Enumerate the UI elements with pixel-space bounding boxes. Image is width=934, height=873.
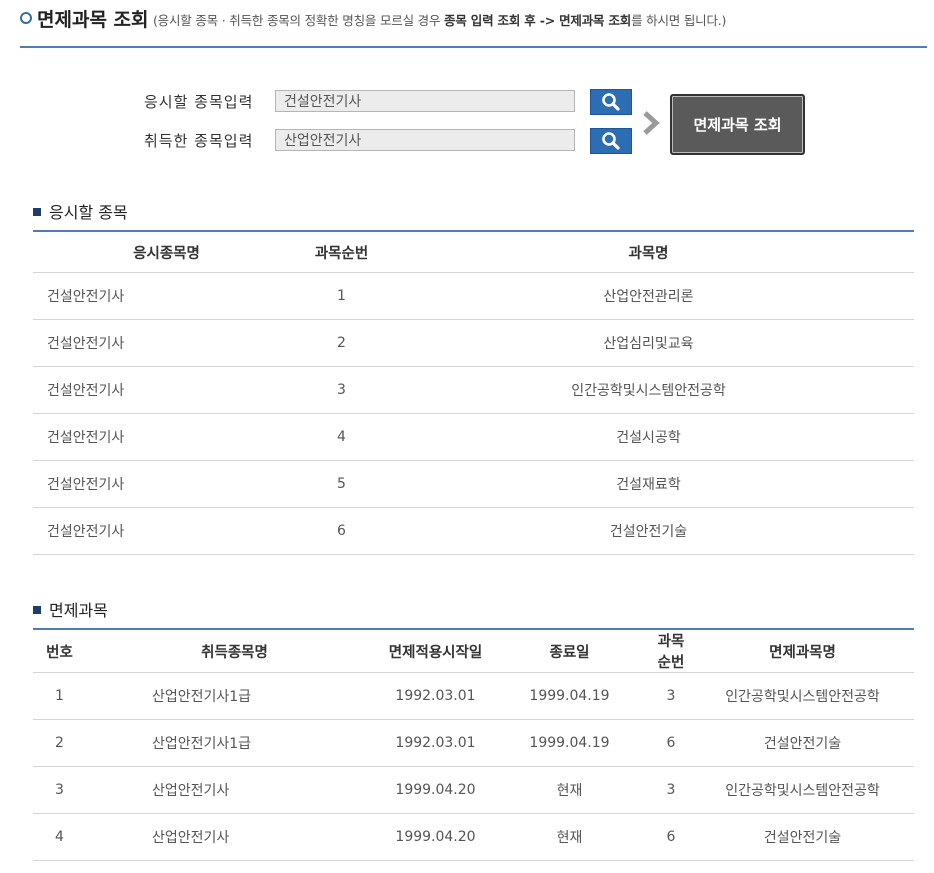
cell-start-date: 1999.04.20 xyxy=(383,766,488,814)
cell-exam-name: 건설안전기사 xyxy=(33,272,300,320)
cell-subject-order: 3 xyxy=(651,766,691,814)
cell-exempt-subject: 건설안전기술 xyxy=(691,813,914,861)
cell-exempt-subject: 인간공학및시스템안전공학 xyxy=(691,766,914,814)
instruction-prefix: (응시할 종목 · 취득한 종목의 정확한 명칭을 모르실 경우 xyxy=(153,13,445,28)
cell-subject-name: 인간공학및시스템안전공학 xyxy=(383,366,914,414)
chevron-right-icon xyxy=(643,111,660,135)
apply-subject-input[interactable] xyxy=(275,90,575,112)
table-row: 건설안전기사 6 건설안전기술 xyxy=(33,507,914,555)
cell-start-date: 1999.04.20 xyxy=(383,813,488,861)
cell-subject-order: 3 xyxy=(651,672,691,720)
table-row: 4 산업안전기사 1999.04.20 현재 6 건설안전기술 xyxy=(33,813,914,861)
page-instruction: (응시할 종목 · 취득한 종목의 정확한 명칭을 모르실 경우 종목 입력 조… xyxy=(153,10,726,29)
table-row: 3 산업안전기사 1999.04.20 현재 3 인간공학및시스템안전공학 xyxy=(33,766,914,814)
table-row: 건설안전기사 2 산업심리및교육 xyxy=(33,319,914,367)
acquired-subject-input[interactable] xyxy=(275,129,575,151)
cell-exam-name: 건설안전기사 xyxy=(33,319,300,367)
cell-exam-name: 건설안전기사 xyxy=(33,413,300,461)
exempt-subject-table: 번호 취득종목명 면제적용시작일 종료일 과목순번 면제과목명 1 산업안전기사… xyxy=(33,628,914,861)
table-header-row: 응시종목명 과목순번 과목명 xyxy=(33,231,914,273)
instruction-bold: 종목 입력 조회 후 -> 면제과목 조회 xyxy=(444,13,632,28)
apply-search-button[interactable] xyxy=(590,89,632,115)
column-header: 번호 xyxy=(33,629,86,673)
cell-acquired-name: 산업안전기사1급 xyxy=(86,719,383,767)
cell-subject-name: 산업안전관리론 xyxy=(383,272,914,320)
cell-exam-name: 건설안전기사 xyxy=(33,507,300,555)
cell-end-date: 현재 xyxy=(488,813,651,861)
exempt-subject-search-button[interactable]: 면제과목 조회 xyxy=(670,94,805,155)
cell-subject-order: 6 xyxy=(300,507,383,555)
column-header: 종료일 xyxy=(488,629,651,673)
cell-subject-order: 5 xyxy=(300,460,383,508)
cell-subject-order: 4 xyxy=(300,413,383,461)
acquired-search-button[interactable] xyxy=(590,128,632,154)
page-title: 면제과목 조회 xyxy=(37,9,149,31)
table-row: 건설안전기사 3 인간공학및시스템안전공학 xyxy=(33,366,914,414)
cell-number: 4 xyxy=(33,813,86,861)
exempt-section-title: 면제과목 xyxy=(33,597,108,621)
cell-subject-name: 건설시공학 xyxy=(383,413,914,461)
column-header: 응시종목명 xyxy=(33,231,300,273)
column-header: 과목순번 xyxy=(300,231,383,273)
column-header: 취득종목명 xyxy=(86,629,383,673)
table-row: 건설안전기사 5 건설재료학 xyxy=(33,460,914,508)
exempt-section-title-text: 면제과목 xyxy=(49,601,108,620)
search-icon xyxy=(602,93,620,111)
cell-exam-name: 건설안전기사 xyxy=(33,460,300,508)
cell-number: 2 xyxy=(33,719,86,767)
table-header-row: 번호 취득종목명 면제적용시작일 종료일 과목순번 면제과목명 xyxy=(33,629,914,673)
cell-exempt-subject: 인간공학및시스템안전공학 xyxy=(691,672,914,720)
search-icon xyxy=(602,132,620,150)
table-row: 1 산업안전기사1급 1992.03.01 1999.04.19 3 인간공학및… xyxy=(33,672,914,720)
instruction-suffix: 를 하시면 됩니다.) xyxy=(631,13,727,28)
cell-acquired-name: 산업안전기사 xyxy=(86,766,383,814)
page-header: 면제과목 조회 (응시할 종목 · 취득한 종목의 정확한 명칭을 모르실 경우… xyxy=(20,0,927,48)
cell-number: 3 xyxy=(33,766,86,814)
apply-section-title-text: 응시할 종목 xyxy=(49,203,128,222)
cell-subject-order: 6 xyxy=(651,719,691,767)
column-header: 면제적용시작일 xyxy=(383,629,488,673)
apply-subject-label: 응시할 종목입력 xyxy=(144,93,254,111)
table-row: 건설안전기사 1 산업안전관리론 xyxy=(33,272,914,320)
table-row: 건설안전기사 4 건설시공학 xyxy=(33,413,914,461)
column-header: 과목순번 xyxy=(651,629,691,673)
circle-bullet-icon xyxy=(20,12,32,24)
cell-subject-name: 건설재료학 xyxy=(383,460,914,508)
cell-subject-order: 1 xyxy=(300,272,383,320)
acquired-subject-label: 취득한 종목입력 xyxy=(144,132,254,150)
cell-subject-name: 건설안전기술 xyxy=(383,507,914,555)
cell-subject-order: 2 xyxy=(300,319,383,367)
cell-subject-name: 산업심리및교육 xyxy=(383,319,914,367)
square-bullet-icon xyxy=(33,207,41,216)
cell-start-date: 1992.03.01 xyxy=(383,672,488,720)
apply-subject-table: 응시종목명 과목순번 과목명 건설안전기사 1 산업안전관리론 건설안전기사 2… xyxy=(33,230,914,555)
cell-number: 1 xyxy=(33,672,86,720)
table-row: 2 산업안전기사1급 1992.03.01 1999.04.19 6 건설안전기… xyxy=(33,719,914,767)
cell-exempt-subject: 건설안전기술 xyxy=(691,719,914,767)
cell-subject-order: 6 xyxy=(651,813,691,861)
cell-start-date: 1992.03.01 xyxy=(383,719,488,767)
apply-section-title: 응시할 종목 xyxy=(33,199,128,223)
cell-subject-order: 3 xyxy=(300,366,383,414)
cell-end-date: 현재 xyxy=(488,766,651,814)
cell-acquired-name: 산업안전기사 xyxy=(86,813,383,861)
square-bullet-icon xyxy=(33,605,41,614)
cell-end-date: 1999.04.19 xyxy=(488,719,651,767)
cell-exam-name: 건설안전기사 xyxy=(33,366,300,414)
column-header: 과목명 xyxy=(383,231,914,273)
cell-acquired-name: 산업안전기사1급 xyxy=(86,672,383,720)
column-header: 면제과목명 xyxy=(691,629,914,673)
cell-end-date: 1999.04.19 xyxy=(488,672,651,720)
